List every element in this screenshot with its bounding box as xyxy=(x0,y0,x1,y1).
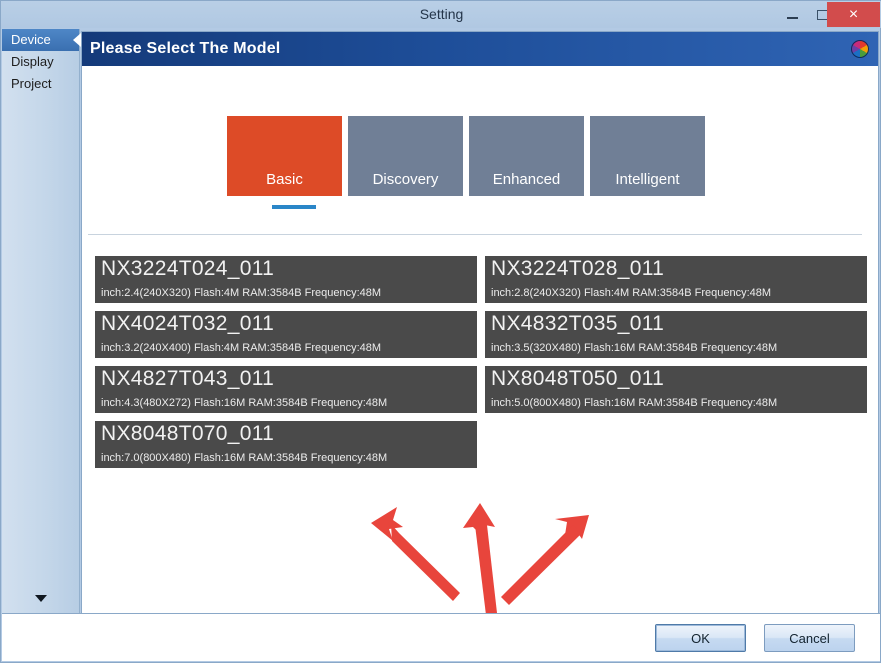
sidebar-item-project[interactable]: Project xyxy=(2,73,79,95)
model-card-nx4827t043[interactable]: NX4827T043_011 inch:4.3(480X272) Flash:1… xyxy=(95,366,477,413)
model-name: NX4827T043_011 xyxy=(101,367,275,390)
model-card-nx4024t032[interactable]: NX4024T032_011 inch:3.2(240X400) Flash:4… xyxy=(95,311,477,358)
model-spec: inch:7.0(800X480) Flash:16M RAM:3584B Fr… xyxy=(101,452,388,464)
model-card-nx8048t070[interactable]: NX8048T070_011 inch:7.0(800X480) Flash:1… xyxy=(95,421,477,468)
ok-button-label: OK xyxy=(691,630,710,646)
setting-dialog-window: Setting × Device Display Project Please … xyxy=(0,0,881,663)
page-title: Please Select The Model xyxy=(90,40,281,57)
chevron-down-icon xyxy=(35,594,47,602)
model-name: NX4832T035_011 xyxy=(491,312,665,335)
maximize-icon xyxy=(816,9,828,20)
section-divider xyxy=(88,234,862,235)
panel-content: Basic Discovery Enhanced Intelligent NX3… xyxy=(82,66,878,614)
minimize-icon xyxy=(786,16,798,19)
sidebar-item-label: Project xyxy=(11,76,52,91)
model-list: NX3224T024_011 inch:2.4(240X320) Flash:4… xyxy=(95,256,867,468)
model-name: NX3224T024_011 xyxy=(101,257,275,280)
arrow-up-right-icon xyxy=(501,515,589,605)
dialog-footer: OK Cancel xyxy=(2,613,880,661)
model-series-tabs: Basic Discovery Enhanced Intelligent xyxy=(227,116,705,196)
main-panel: Please Select The Model Basic Discovery … xyxy=(81,31,879,614)
model-spec: inch:4.3(480X272) Flash:16M RAM:3584B Fr… xyxy=(101,397,388,409)
model-spec: inch:2.8(240X320) Flash:4M RAM:3584B Fre… xyxy=(491,287,772,299)
sidebar: Device Display Project xyxy=(2,29,81,614)
tab-basic[interactable]: Basic xyxy=(227,116,342,196)
sidebar-scroll-down-button[interactable] xyxy=(2,588,80,608)
model-card-nx3224t024[interactable]: NX3224T024_011 inch:2.4(240X320) Flash:4… xyxy=(95,256,477,303)
selection-arrow-icon xyxy=(73,33,81,47)
title-bar: Setting × xyxy=(1,1,881,28)
cancel-button-label: Cancel xyxy=(789,630,830,646)
sidebar-item-label: Device xyxy=(11,32,51,47)
model-name: NX8048T050_011 xyxy=(491,367,665,390)
model-name: NX3224T028_011 xyxy=(491,257,665,280)
model-card-nx8048t050[interactable]: NX8048T050_011 inch:5.0(800X480) Flash:1… xyxy=(485,366,867,413)
cancel-button[interactable]: Cancel xyxy=(764,624,855,652)
tab-intelligent[interactable]: Intelligent xyxy=(590,116,705,196)
ok-button[interactable]: OK xyxy=(655,624,746,652)
tab-enhanced[interactable]: Enhanced xyxy=(469,116,584,196)
sidebar-item-label: Display xyxy=(11,54,54,69)
close-button[interactable]: × xyxy=(827,2,880,27)
model-card-nx3224t028[interactable]: NX3224T028_011 inch:2.8(240X320) Flash:4… xyxy=(485,256,867,303)
model-spec: inch:3.2(240X400) Flash:4M RAM:3584B Fre… xyxy=(101,342,382,354)
tab-label: Intelligent xyxy=(615,171,680,188)
model-spec: inch:5.0(800X480) Flash:16M RAM:3584B Fr… xyxy=(491,397,778,409)
nextion-logo-icon xyxy=(851,40,869,58)
tab-label: Basic xyxy=(266,171,303,188)
minimize-button[interactable] xyxy=(777,1,807,28)
tab-label: Enhanced xyxy=(492,171,561,188)
active-tab-underline xyxy=(272,205,316,209)
model-name: NX4024T032_011 xyxy=(101,312,275,335)
sidebar-item-display[interactable]: Display xyxy=(2,51,79,73)
window-title: Setting xyxy=(419,6,464,22)
arrow-up-left-icon xyxy=(371,507,460,601)
panel-header: Please Select The Model xyxy=(82,32,878,66)
close-icon: × xyxy=(848,5,859,23)
model-spec: inch:2.4(240X320) Flash:4M RAM:3584B Fre… xyxy=(101,287,382,299)
arrow-up-icon xyxy=(463,503,497,614)
model-name: NX8048T070_011 xyxy=(101,422,275,445)
model-spec: inch:3.5(320X480) Flash:16M RAM:3584B Fr… xyxy=(491,342,778,354)
tab-label: Discovery xyxy=(372,171,439,188)
annotation-arrows xyxy=(371,503,589,614)
model-card-nx4832t035[interactable]: NX4832T035_011 inch:3.5(320X480) Flash:1… xyxy=(485,311,867,358)
tab-discovery[interactable]: Discovery xyxy=(348,116,463,196)
sidebar-item-device[interactable]: Device xyxy=(2,29,81,51)
